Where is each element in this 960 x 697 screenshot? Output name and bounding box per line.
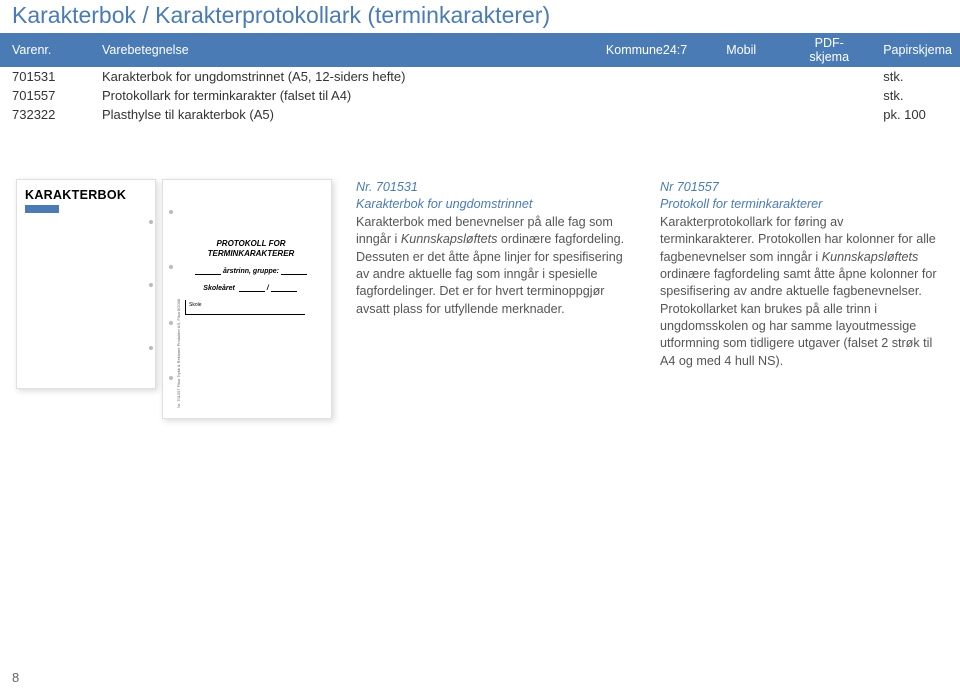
desc2-body-c: ordinære fagfordeling samt åtte åpne kol… bbox=[660, 267, 937, 368]
cell-varenr: 732322 bbox=[0, 105, 90, 124]
protokoll-skoleaar-line: Skoleåret / bbox=[185, 285, 317, 292]
cell-mobil bbox=[695, 105, 783, 124]
desc1-title: Karakterbok for ungdomstrinnet bbox=[356, 196, 636, 213]
binding-holes-icon bbox=[149, 220, 153, 350]
product-table: Varenr. Varebetegnelse Kommune24:7 Mobil… bbox=[0, 33, 960, 124]
cell-pdf bbox=[783, 105, 871, 124]
description-columns: Nr. 701531 Karakterbok for ungdomstrinne… bbox=[356, 179, 940, 419]
col-betegnelse: Varebetegnelse bbox=[90, 33, 594, 67]
table-row: 701557 Protokollark for terminkarakter (… bbox=[0, 86, 960, 105]
cell-varenr: 701557 bbox=[0, 86, 90, 105]
protokoll-heading-line2: TERMINKARAKTERER bbox=[208, 249, 295, 258]
page-number: 8 bbox=[12, 670, 19, 685]
protokoll-aarstrinn-label: årstrinn, gruppe: bbox=[223, 268, 279, 275]
content-area: KARAKTERBOK PROTOKOLL FOR TERMINKARAKTER… bbox=[0, 124, 960, 419]
thumbnail-karakterbok: KARAKTERBOK bbox=[16, 179, 156, 389]
section-title: Karakterbok / Karakterprotokollark (term… bbox=[0, 0, 960, 33]
thumbnails: KARAKTERBOK PROTOKOLL FOR TERMINKARAKTER… bbox=[16, 179, 332, 419]
cell-papir: stk. bbox=[871, 86, 960, 105]
protokoll-aarstrinn-line: årstrinn, gruppe: bbox=[185, 268, 317, 275]
col-mobil: Mobil bbox=[695, 33, 783, 67]
table-row: 732322 Plasthylse til karakterbok (A5) p… bbox=[0, 105, 960, 124]
thumbnail-protokoll: PROTOKOLL FOR TERMINKARAKTERER årstrinn,… bbox=[162, 179, 332, 419]
protokoll-skole-box: Skole bbox=[185, 300, 305, 315]
cell-mobil bbox=[695, 86, 783, 105]
col-varenr: Varenr. bbox=[0, 33, 90, 67]
cell-k24 bbox=[594, 67, 695, 86]
cell-pdf bbox=[783, 86, 871, 105]
cell-k24 bbox=[594, 86, 695, 105]
binding-holes-icon bbox=[169, 210, 173, 380]
description-col-1: Nr. 701531 Karakterbok for ungdomstrinne… bbox=[356, 179, 636, 419]
protokoll-heading: PROTOKOLL FOR TERMINKARAKTERER bbox=[185, 239, 317, 258]
cell-papir: stk. bbox=[871, 67, 960, 86]
desc1-body-em: Kunnskapsløftets bbox=[401, 232, 498, 246]
karakterbok-bar bbox=[25, 205, 59, 213]
cell-k24 bbox=[594, 105, 695, 124]
protokoll-skoleaar-label: Skoleåret bbox=[203, 285, 235, 292]
desc1-nr: Nr. 701531 bbox=[356, 179, 636, 196]
protokoll-heading-line1: PROTOKOLL FOR bbox=[216, 239, 285, 248]
karakterbok-label: KARAKTERBOK bbox=[25, 188, 147, 202]
description-col-2: Nr 701557 Protokoll for terminkarakterer… bbox=[660, 179, 940, 419]
protokoll-side-text: Nr. 701557 Flisa Trykk & Reklame Produkt… bbox=[176, 299, 181, 408]
desc2-nr: Nr 701557 bbox=[660, 179, 940, 196]
cell-betegnelse: Plasthylse til karakterbok (A5) bbox=[90, 105, 594, 124]
cell-pdf bbox=[783, 67, 871, 86]
cell-betegnelse: Karakterbok for ungdomstrinnet (A5, 12-s… bbox=[90, 67, 594, 86]
table-header-row: Varenr. Varebetegnelse Kommune24:7 Mobil… bbox=[0, 33, 960, 67]
col-pdf: PDF-skjema bbox=[783, 33, 871, 67]
cell-papir: pk. 100 bbox=[871, 105, 960, 124]
col-kommune247: Kommune24:7 bbox=[594, 33, 695, 67]
cell-mobil bbox=[695, 67, 783, 86]
table-row: 701531 Karakterbok for ungdomstrinnet (A… bbox=[0, 67, 960, 86]
cell-varenr: 701531 bbox=[0, 67, 90, 86]
desc2-body-em: Kunnskapsløftets bbox=[822, 250, 919, 264]
cell-betegnelse: Protokollark for terminkarakter (falset … bbox=[90, 86, 594, 105]
col-papir: Papirskjema bbox=[871, 33, 960, 67]
desc2-title: Protokoll for terminkarakterer bbox=[660, 196, 940, 213]
